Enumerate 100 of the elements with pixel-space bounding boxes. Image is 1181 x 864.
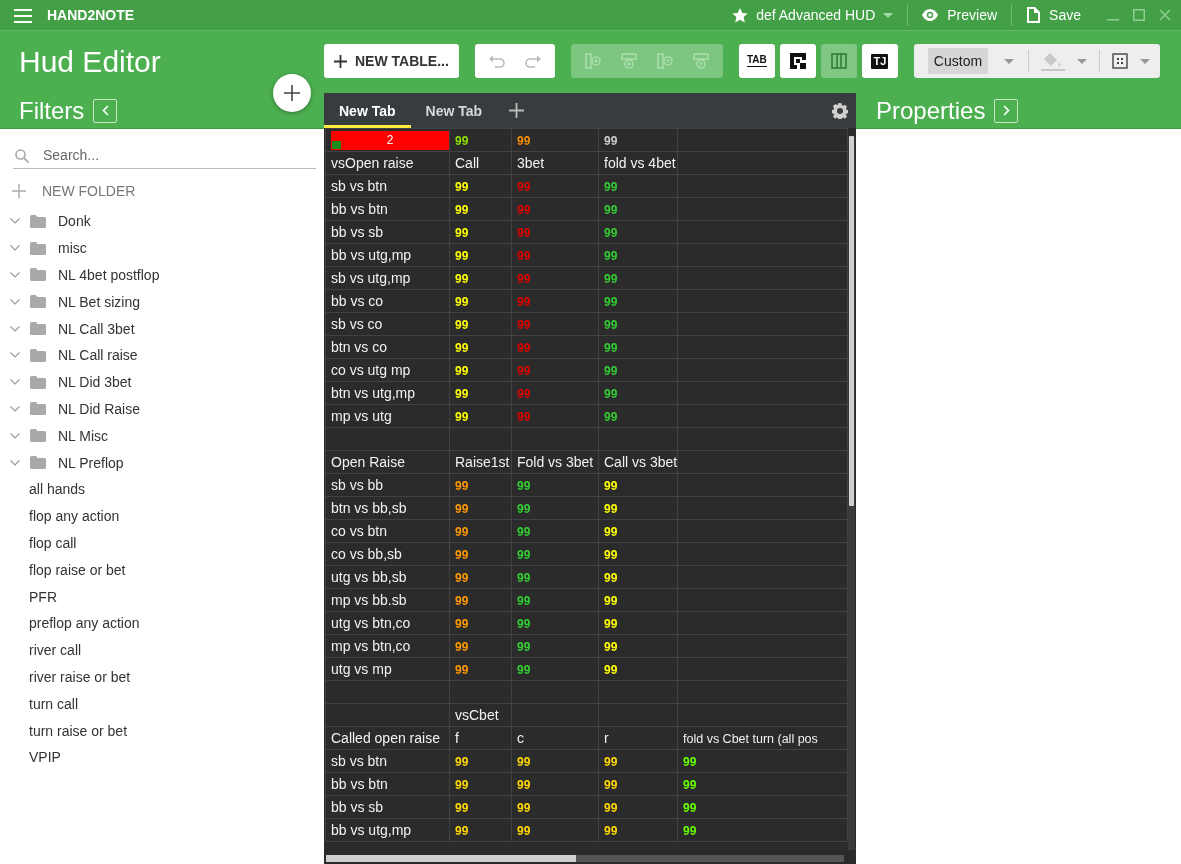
folder-item[interactable]: NL Did 3bet (0, 368, 324, 396)
row-label: btn vs utg,mp (331, 385, 416, 401)
stat-value: 99 (604, 502, 618, 516)
stat-value: 99 (604, 318, 618, 332)
stat-value: 99 (517, 203, 531, 217)
stat-value: 99 (604, 824, 618, 838)
row-label: mp vs utg (331, 408, 392, 424)
column-header: Call vs 3bet (604, 454, 677, 470)
filter-item[interactable]: flop call (29, 534, 77, 551)
filter-item[interactable]: PFR (29, 588, 57, 605)
stat-bar: 2 (331, 130, 449, 150)
properties-title: Properties (876, 96, 986, 125)
filter-item[interactable]: all hands (29, 481, 86, 498)
new-table-button[interactable]: NEW TABLE... (324, 44, 459, 78)
filter-item[interactable]: VPIP (29, 749, 61, 766)
folder-item[interactable]: Donk (0, 208, 324, 235)
row-label: mp vs btn,co (331, 638, 411, 654)
stat-value: 99 (455, 824, 469, 838)
column-header: 3bet (517, 155, 545, 171)
folder-item[interactable]: NL Call raise (0, 342, 324, 369)
filter-item[interactable]: river call (29, 642, 82, 659)
row-label: sb vs btn (331, 753, 388, 769)
stat-value: 99 (604, 571, 618, 585)
stat-value: 99 (517, 571, 531, 585)
stat-value: 99 (455, 525, 469, 539)
row-label: bb vs utg,mp (331, 247, 412, 263)
stat-value: 99 (517, 134, 531, 148)
stat-value: 99 (517, 272, 531, 286)
stat-value: 99 (455, 272, 469, 286)
row-label: bb vs utg,mp (331, 822, 412, 838)
filter-item[interactable]: river raise or bet (29, 668, 131, 685)
stat-value: 99 (604, 663, 618, 677)
column-header: fold vs Cbet turn (all pos (683, 732, 818, 746)
stat-value: 99 (604, 180, 618, 194)
filter-item[interactable]: flop raise or bet (29, 561, 126, 578)
row-label: co vs bb,sb (331, 546, 402, 562)
stat-value: 99 (517, 640, 531, 654)
stat-value: 99 (517, 387, 531, 401)
stat-value: 99 (517, 318, 531, 332)
app-name: HAND2NOTE (47, 7, 135, 23)
row-label: Called open raise (331, 730, 440, 746)
column-header: Fold vs 3bet (517, 454, 594, 470)
row-label: mp vs bb.sb (331, 592, 407, 608)
filter-item[interactable]: turn raise or bet (29, 722, 128, 739)
folder-item[interactable]: NL Call 3bet (0, 315, 324, 342)
stat-value: 99 (517, 778, 531, 792)
stat-value: 99 (604, 295, 618, 309)
stat-value: 99 (604, 594, 618, 608)
filter-item[interactable]: preflop any action (29, 615, 140, 632)
stat-value: 99 (455, 318, 469, 332)
stat-value: 99 (455, 226, 469, 240)
column-header: c (517, 730, 524, 746)
tab[interactable]: New Tab (410, 96, 498, 128)
stat-value: 99 (517, 502, 531, 516)
stat-value: 99 (604, 203, 618, 217)
row-label: bb vs btn (331, 201, 388, 217)
row-label: bb vs co (331, 293, 384, 309)
row-label: sb vs co (331, 316, 383, 332)
row-label: co vs utg mp (331, 362, 411, 378)
stat-value: 99 (604, 410, 618, 424)
stat-value: 99 (604, 249, 618, 263)
stat-value: 99 (604, 272, 618, 286)
stat-value: 99 (455, 134, 469, 148)
stat-value: 99 (455, 571, 469, 585)
folder-item[interactable]: NL 4bet postflop (0, 261, 324, 289)
stat-value: 99 (683, 801, 697, 815)
stat-value: 99 (683, 778, 697, 792)
stat-value: 99 (604, 226, 618, 240)
row-label: btn vs co (331, 339, 388, 355)
view-button[interactable]: TJ (861, 44, 898, 78)
tab[interactable]: New Tab (324, 96, 411, 128)
new-folder-button[interactable]: NEW FOLDER (12, 180, 324, 202)
row-label: Open Raise (331, 454, 405, 470)
row-label: sb vs btn (331, 178, 388, 194)
filters-title: Filters (19, 96, 85, 125)
stat-value: 99 (604, 134, 618, 148)
stat-value: 99 (517, 755, 531, 769)
stat-value: 99 (517, 594, 531, 608)
row-label: sb vs bb (331, 477, 384, 493)
folder-item[interactable]: NL Did Raise (0, 395, 324, 423)
stat-value: 99 (604, 801, 618, 815)
view-button[interactable]: TAB (738, 44, 775, 78)
row-label: utg vs btn,co (331, 615, 411, 631)
stat-value: 99 (455, 502, 469, 516)
folder-item[interactable]: NL Misc (0, 422, 324, 450)
filter-item[interactable]: turn call (29, 695, 79, 712)
row-label: bb vs sb (331, 799, 384, 815)
stat-value: 99 (455, 180, 469, 194)
stat-value: 99 (455, 548, 469, 562)
folder-item[interactable]: NL Bet sizing (0, 288, 324, 316)
filter-item[interactable]: flop any action (29, 508, 120, 525)
stat-value: 99 (455, 341, 469, 355)
stat-value: 99 (455, 640, 469, 654)
stat-value: 99 (455, 617, 469, 631)
folder-item[interactable]: NL Preflop (0, 449, 324, 476)
stat-value: 99 (604, 755, 618, 769)
folder-item[interactable]: misc (0, 234, 324, 262)
search-field[interactable]: Search... (13, 147, 316, 169)
row-label: btn vs bb,sb (331, 500, 407, 516)
stat-value: 99 (455, 663, 469, 677)
